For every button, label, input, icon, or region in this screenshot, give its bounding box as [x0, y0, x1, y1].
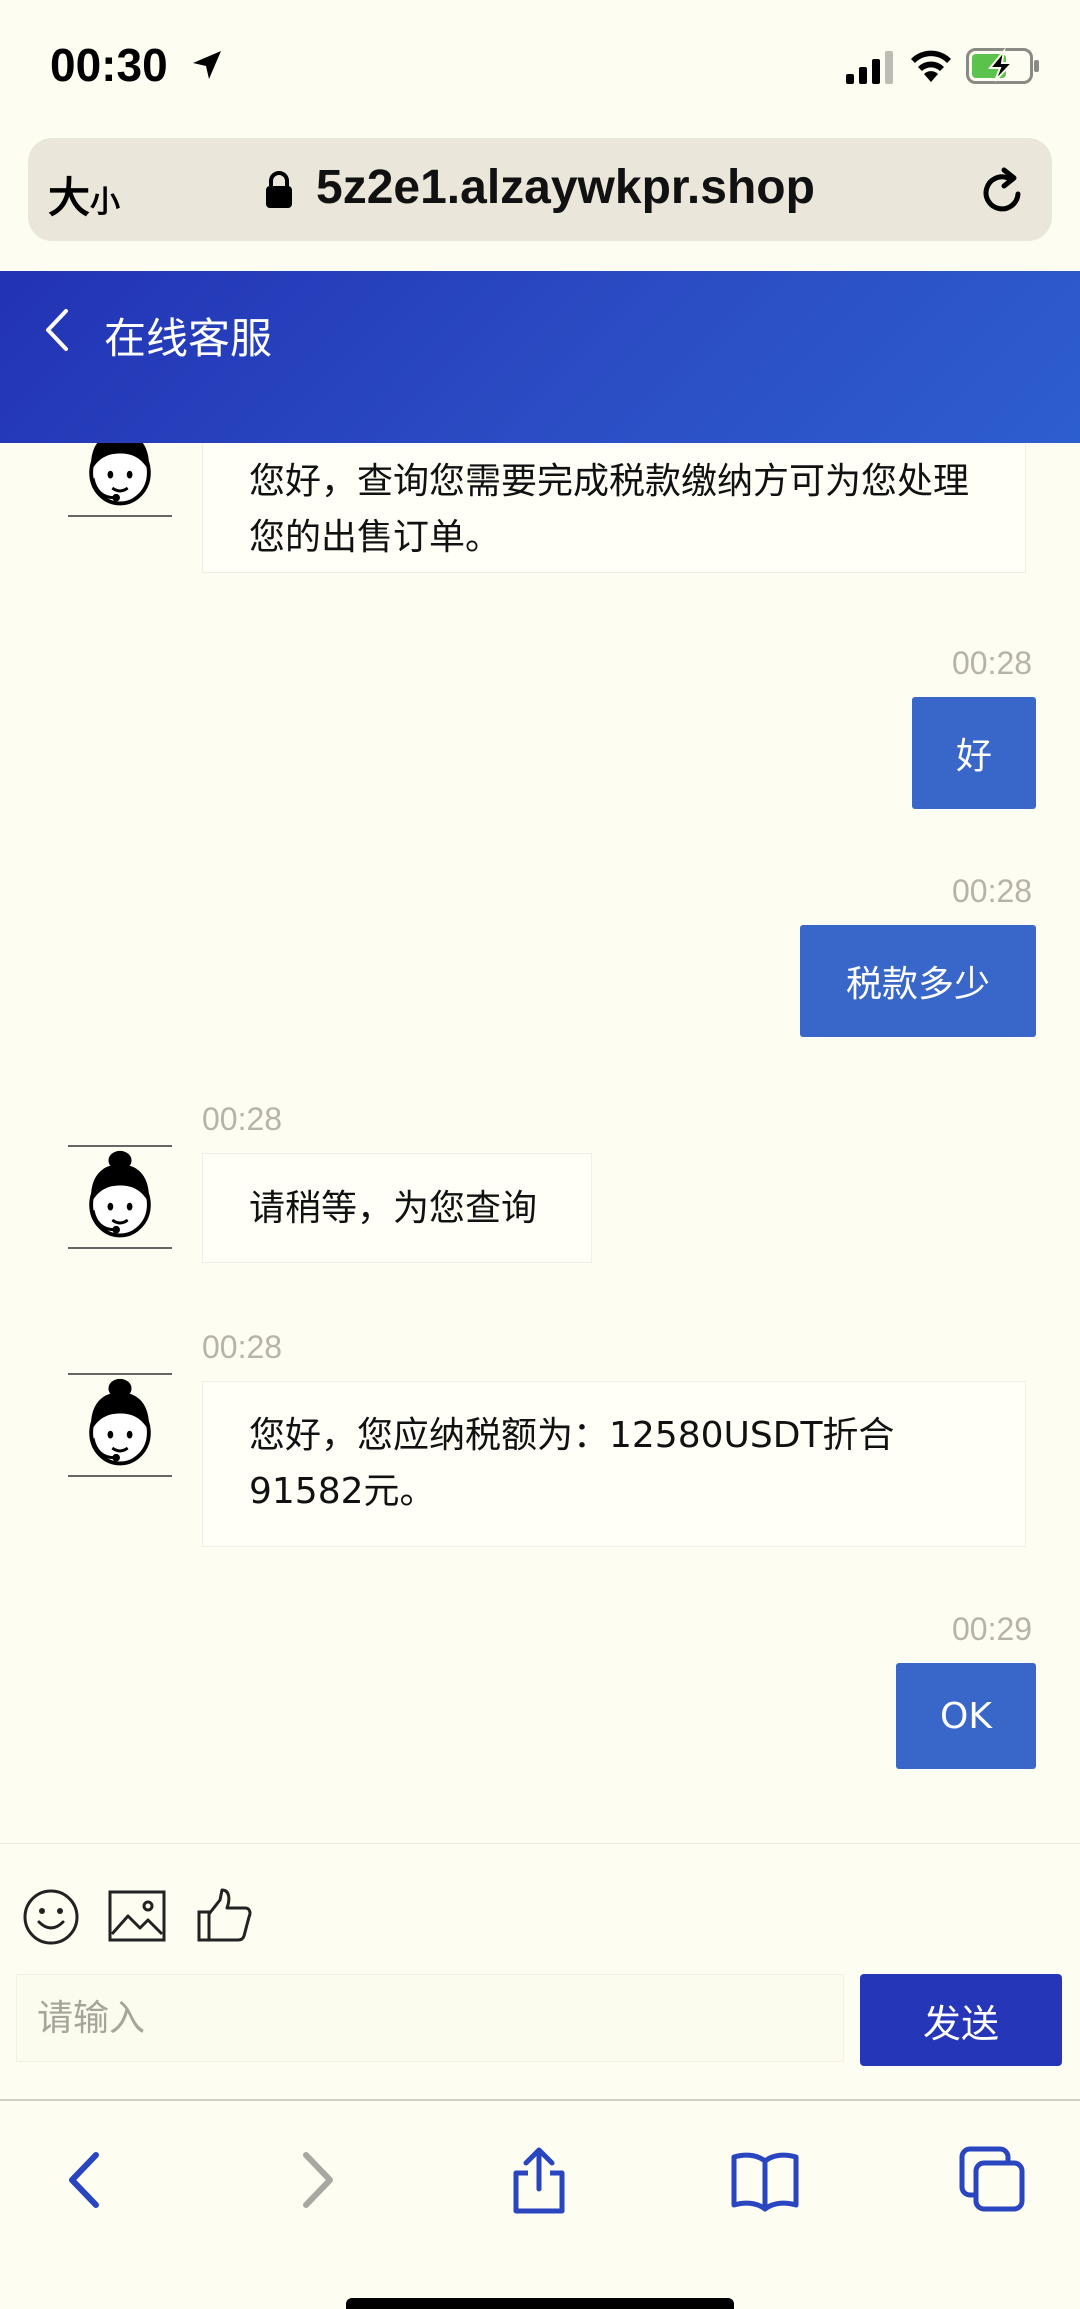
home-indicator [346, 2298, 734, 2309]
share-icon[interactable] [504, 2145, 574, 2215]
message-bubble-user: 税款多少 [800, 925, 1036, 1037]
message-time: 00:28 [202, 1329, 283, 1365]
text-size-small-label: 小 [90, 185, 121, 220]
thumbs-up-icon[interactable] [196, 1886, 254, 1944]
bookmarks-icon[interactable] [730, 2145, 800, 2215]
image-icon[interactable] [108, 1890, 166, 1942]
url-text[interactable]: 5z2e1.alzaywkpr.shop [316, 160, 815, 215]
agent-headset-icon [89, 443, 151, 506]
cellular-signal-icon [846, 51, 893, 84]
message-time: 00:28 [202, 1101, 283, 1137]
tabs-icon[interactable] [958, 2145, 1028, 2215]
header-title: 在线客服 [104, 314, 273, 363]
chat-messages[interactable]: 您好，查询您需要完成税款缴纳方可为您处理您的出售订单。 00:28 好 00:2… [0, 443, 1080, 1843]
message-bubble-agent: 请稍等，为您查询 [202, 1153, 592, 1263]
message-time: 00:28 [952, 645, 1033, 681]
agent-avatar [68, 443, 172, 517]
reload-icon[interactable] [978, 164, 1028, 218]
message-composer: 请输入 发送 [0, 1843, 1080, 2099]
status-bar: 00:30 [0, 0, 1080, 130]
battery-charging-icon [966, 48, 1039, 84]
message-time: 00:29 [952, 1611, 1033, 1647]
agent-avatar [68, 1145, 172, 1249]
chat-header: 在线客服 [0, 271, 1080, 443]
wifi-icon [911, 50, 951, 82]
agent-headset-icon [89, 1378, 151, 1466]
message-time: 00:28 [952, 873, 1033, 909]
lock-icon [266, 171, 292, 208]
text-size-large-label: 大 [48, 173, 91, 222]
send-button[interactable]: 发送 [860, 1974, 1062, 2066]
agent-avatar [68, 1373, 172, 1477]
message-bubble-user: OK [896, 1663, 1036, 1769]
text-size-button[interactable]: 大小 [48, 164, 120, 225]
message-bubble-agent: 您好，您应纳税额为：12580USDT折合91582元。 [202, 1381, 1026, 1547]
browser-toolbar [0, 2099, 1080, 2309]
message-input[interactable]: 请输入 [16, 1974, 844, 2062]
message-bubble-user: 好 [912, 697, 1036, 809]
back-icon[interactable] [52, 2145, 122, 2215]
address-bar[interactable]: 大小 5z2e1.alzaywkpr.shop [28, 138, 1052, 241]
forward-icon[interactable] [280, 2145, 350, 2215]
back-chevron-icon[interactable] [42, 307, 72, 353]
emoji-icon[interactable] [22, 1888, 80, 1946]
agent-headset-icon [89, 1150, 151, 1238]
status-time: 00:30 [50, 39, 168, 91]
location-arrow-icon [193, 51, 221, 79]
message-bubble-agent: 您好，查询您需要完成税款缴纳方可为您处理您的出售订单。 [202, 443, 1026, 573]
